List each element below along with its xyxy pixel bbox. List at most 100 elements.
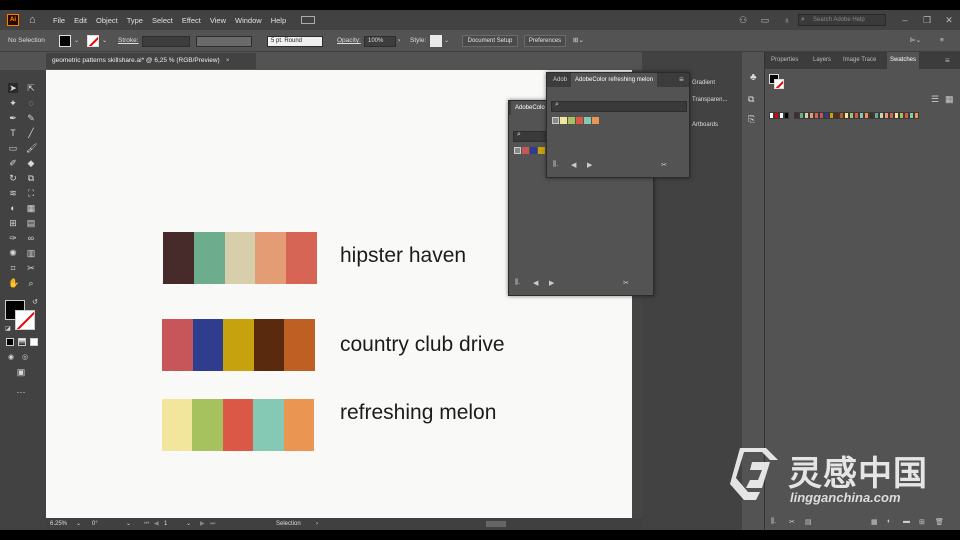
tab-image-trace[interactable]: Image Trace	[843, 52, 876, 69]
palette-title[interactable]: country club drive	[340, 333, 505, 357]
direct-selection-tool-icon[interactable]: ⇱	[26, 83, 36, 93]
menu-effect[interactable]: Effect	[182, 16, 201, 25]
panel-menu-icon[interactable]: ≡	[945, 52, 950, 69]
palette-swatches[interactable]	[162, 319, 315, 371]
tab-layers[interactable]: Layers	[813, 52, 831, 69]
edit-toolbar-icon[interactable]: ⋯	[16, 387, 26, 397]
tab-adobe-color[interactable]: AdobeColo	[511, 101, 549, 115]
magic-wand-icon[interactable]: ✦	[8, 98, 18, 108]
stroke-color-box[interactable]	[15, 310, 35, 330]
rotate-tool-icon[interactable]: ↻	[8, 173, 18, 183]
rotate-view-field[interactable]: 0°	[92, 518, 98, 530]
style-dropdown-icon[interactable]: ⌄	[444, 30, 449, 52]
palette-swatch[interactable]	[223, 319, 254, 371]
palette-swatch[interactable]	[222, 399, 254, 451]
document-tab[interactable]: geometric patterns skillshare.ai* @ 6,25…	[46, 53, 256, 69]
palette-swatch[interactable]	[284, 319, 315, 371]
navigator-icon[interactable]: ⎘	[748, 114, 755, 125]
free-transform-icon[interactable]: ⛶	[26, 188, 36, 198]
dock-item-gradient[interactable]: Gradient	[692, 80, 715, 86]
lasso-tool-icon[interactable]: ◌	[26, 98, 36, 108]
delete-swatch-icon[interactable]: 🗑	[935, 518, 944, 526]
artboard-tool-icon[interactable]: ⌗	[8, 263, 18, 273]
library-icon[interactable]: ⫼.	[553, 161, 558, 169]
library-icon[interactable]: ⫼.	[515, 279, 520, 287]
grid-view-icon[interactable]: ▦	[945, 94, 954, 105]
selection-tool-icon[interactable]: ➤	[8, 83, 18, 93]
palette-swatch[interactable]	[163, 232, 194, 284]
share-icon[interactable]: ⚇	[738, 15, 748, 25]
palette-swatch[interactable]	[193, 232, 225, 284]
panel-menu-icon[interactable]: ≡	[940, 30, 944, 52]
palette-swatches[interactable]	[162, 399, 315, 451]
restore-icon[interactable]: ❐	[922, 15, 932, 25]
arrange-documents-icon[interactable]: ⊞⌄	[573, 30, 584, 52]
workspace-switcher-icon[interactable]	[301, 16, 316, 24]
type-tool-icon[interactable]: T	[8, 128, 18, 138]
panel-menu-icon[interactable]: ≡	[679, 73, 684, 87]
libraries-icon[interactable]: ♣	[750, 72, 757, 83]
lightbulb-icon[interactable]: ♁	[782, 15, 792, 25]
menu-help[interactable]: Help	[271, 16, 286, 25]
eraser-tool-icon[interactable]: ◆	[26, 158, 36, 168]
align-icon[interactable]: ⊫⌄	[910, 30, 921, 52]
tab-adobe-partial[interactable]: Adob	[553, 73, 567, 87]
previous-icon[interactable]: ◀	[533, 279, 538, 287]
swatch-chip[interactable]	[784, 112, 789, 119]
menu-file[interactable]: File	[53, 16, 65, 25]
shape-builder-icon[interactable]: ◐	[8, 203, 18, 213]
dock-item-transparency[interactable]: Transparen...	[692, 97, 727, 103]
edit-color-icon[interactable]: ◐	[887, 518, 891, 525]
palette-title[interactable]: refreshing melon	[340, 401, 496, 425]
tab-adobe-color-active[interactable]: AdobeColor refreshing melon	[571, 73, 658, 87]
menu-object[interactable]: Object	[96, 16, 118, 25]
opacity-label[interactable]: Opacity:	[337, 30, 361, 52]
list-view-icon[interactable]: ☰	[931, 94, 939, 105]
symbol-sprayer-icon[interactable]: ✺	[8, 248, 18, 258]
swatch-grid[interactable]	[769, 112, 919, 120]
gradient-tool-icon[interactable]: ▤	[26, 218, 36, 228]
eyedropper-icon[interactable]: ✑	[8, 233, 18, 243]
pen-tool-icon[interactable]: ✒	[8, 113, 18, 123]
theme-swatch[interactable]	[522, 147, 529, 154]
draw-inside-icon[interactable]: ◎	[20, 353, 30, 363]
curvature-tool-icon[interactable]: ✎	[26, 113, 36, 123]
new-swatch-icon[interactable]: ⊞	[919, 518, 925, 526]
tab-swatches[interactable]: Swatches	[887, 52, 920, 69]
previous-artboard-icon[interactable]: ◀	[154, 518, 159, 530]
stroke-swatch[interactable]	[87, 35, 99, 47]
variable-width-field[interactable]	[196, 36, 252, 47]
arrange-icon[interactable]: ▭	[760, 15, 770, 25]
slice-tool-icon[interactable]: ✂	[26, 263, 36, 273]
close-icon[interactable]: ✕	[944, 15, 954, 25]
theme-swatch[interactable]	[568, 117, 575, 124]
screen-mode-icon[interactable]: ▣	[16, 367, 26, 377]
menu-select[interactable]: Select	[152, 16, 173, 25]
palette-swatch[interactable]	[162, 319, 193, 371]
horizontal-scrollbar-thumb[interactable]	[486, 521, 506, 527]
theme-swatch[interactable]	[538, 147, 545, 154]
tools-icon[interactable]: ✂	[623, 279, 629, 287]
swatch-chip[interactable]	[914, 112, 919, 119]
hand-tool-icon[interactable]: ✋	[8, 278, 19, 288]
draw-normal-icon[interactable]: ◉	[6, 353, 16, 363]
stroke-swatch[interactable]	[774, 79, 784, 89]
menu-window[interactable]: Window	[235, 16, 262, 25]
minimize-icon[interactable]: –	[900, 15, 910, 25]
panel-header[interactable]: Adob AdobeColor refreshing melon ≡	[547, 73, 689, 87]
perspective-grid-icon[interactable]: ▦	[26, 203, 36, 213]
swatch-libraries-icon[interactable]: ⫼.	[771, 518, 776, 526]
theme-folder-icon[interactable]	[552, 117, 559, 124]
next-icon[interactable]: ▶	[549, 279, 554, 287]
artboard-number-field[interactable]: 1	[164, 518, 167, 530]
palette-swatch[interactable]	[192, 399, 223, 451]
home-icon[interactable]: ⌂	[29, 14, 41, 26]
rotate-dropdown-icon[interactable]: ⌄	[126, 518, 131, 530]
zoom-tool-icon[interactable]: ⌕	[26, 278, 36, 288]
last-artboard-icon[interactable]: ⏭	[210, 518, 215, 530]
swap-fill-stroke-icon[interactable]: ↺	[30, 298, 40, 308]
theme-swatch[interactable]	[576, 117, 583, 124]
color-group-icon[interactable]: ▦	[871, 518, 878, 526]
fill-dropdown-icon[interactable]: ⌄	[74, 30, 79, 52]
palette-swatches[interactable]	[163, 232, 317, 284]
